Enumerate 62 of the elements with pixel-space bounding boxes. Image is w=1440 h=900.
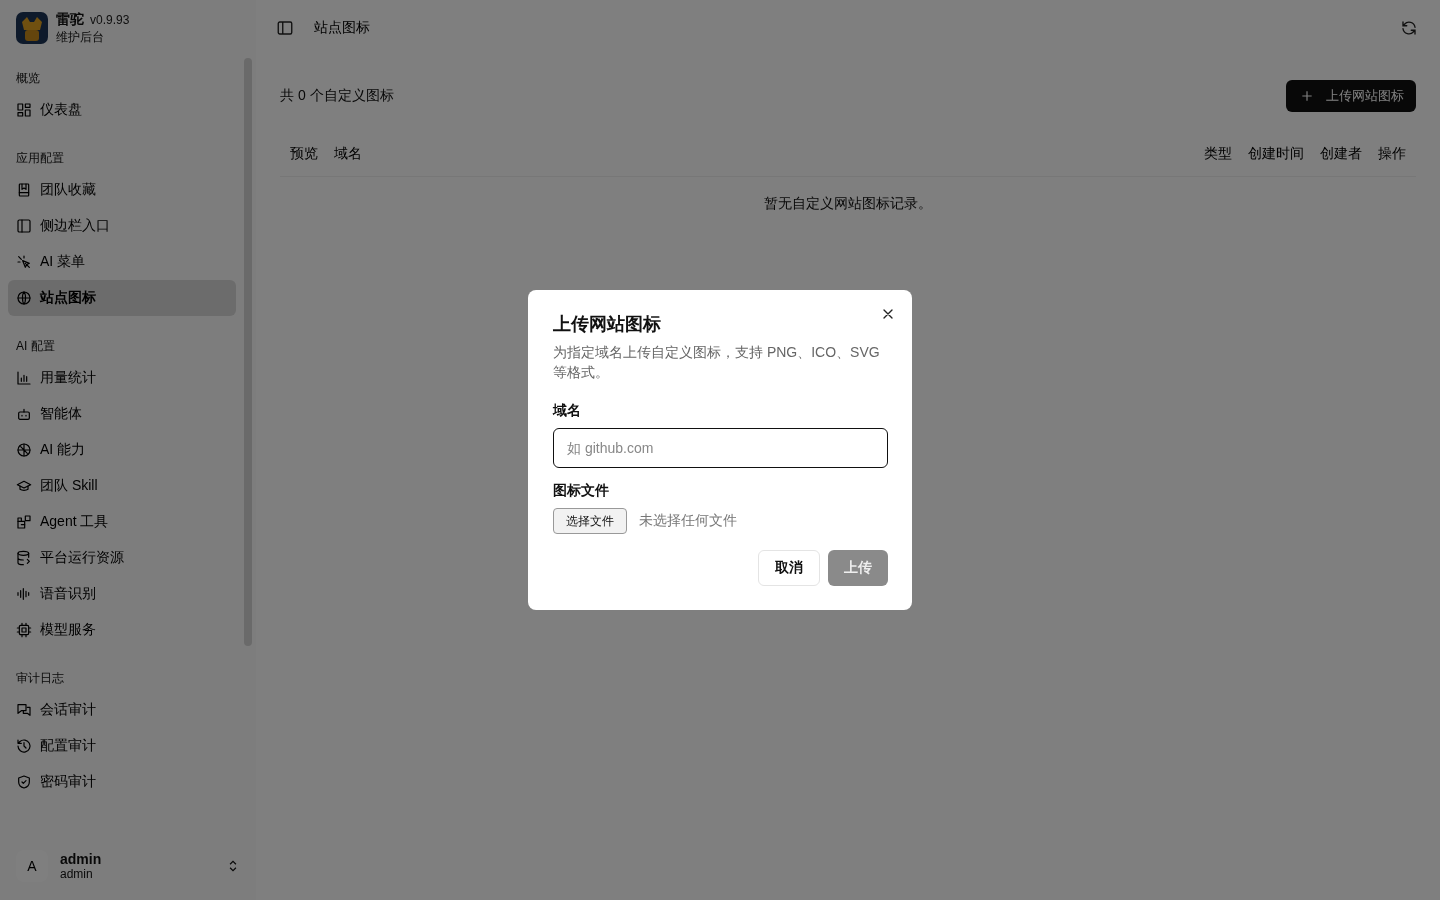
sidebar-item[interactable]: 团队 Skill (8, 468, 236, 504)
nav-icon (16, 586, 32, 602)
nav-icon (16, 702, 32, 718)
nav-icon (16, 102, 32, 118)
nav-icon (16, 622, 32, 638)
nav-icon (16, 406, 32, 422)
group-label: AI 配置 (15, 338, 56, 355)
domain-input-field[interactable]: 如 github.com (553, 428, 888, 468)
column-header: 创建时间 (1248, 145, 1304, 163)
group-label: 审计日志 (15, 670, 65, 687)
sidebar-item[interactable]: 团队收藏 (8, 172, 236, 208)
sidebar-item[interactable]: 模型服务 (8, 612, 236, 648)
app-subtitle: 维护后台 (56, 28, 105, 46)
nav-icon (16, 182, 32, 198)
empty-message: 暂无自定义网站图标记录。 (763, 194, 933, 213)
upload-favicon-button[interactable]: 上传网站图标 (1286, 80, 1416, 112)
column-header: 域名 (334, 145, 363, 163)
field-label: 图标文件 (553, 482, 610, 500)
column-header: 操作 (1378, 145, 1406, 163)
page-title: 站点图标 (314, 19, 370, 37)
sidebar-item[interactable]: 智能体 (8, 396, 236, 432)
sidebar-item[interactable]: 会话审计 (8, 692, 236, 728)
sidebar-item[interactable]: 侧边栏入口 (8, 208, 236, 244)
sidebar-item[interactable]: AI 能力 (8, 432, 236, 468)
user-role: admin (60, 867, 94, 881)
field-label: 域名 (553, 402, 582, 420)
group-label: 概览 (15, 70, 41, 87)
sidebar-item[interactable]: 语音识别 (8, 576, 236, 612)
nav-icon (16, 254, 32, 270)
nav-icon (16, 218, 32, 234)
logo-icon (16, 12, 48, 44)
file-status: 未选择任何文件 (639, 512, 737, 530)
nav-icon (16, 442, 32, 458)
user-menu[interactable]: A admin admin (8, 842, 248, 890)
sidebar-item[interactable]: 平台运行资源 (8, 540, 236, 576)
sidebar-item[interactable]: AI 菜单 (8, 244, 236, 280)
user-name: admin (60, 851, 103, 867)
nav-icon (16, 370, 32, 386)
nav-icon (16, 550, 32, 566)
sidebar-item[interactable]: Agent 工具 (8, 504, 236, 540)
column-header: 创建者 (1320, 145, 1362, 163)
sidebar-item[interactable]: 站点图标 (8, 280, 236, 316)
choose-file-button[interactable]: 选择文件 (553, 508, 627, 534)
plus-icon (1300, 89, 1314, 103)
group-label: 应用配置 (15, 150, 65, 167)
nav-icon (16, 774, 32, 790)
sidebar-item[interactable]: 用量统计 (8, 360, 236, 396)
column-header: 类型 (1204, 145, 1232, 163)
sidebar-item[interactable]: 密码审计 (8, 764, 236, 800)
sidebar-item[interactable]: 配置审计 (8, 728, 236, 764)
dialog-title: 上传网站图标 (553, 313, 662, 336)
app-version: v0.9.93 (90, 12, 130, 27)
nav-icon (16, 478, 32, 494)
app-name: 雷驼 (56, 10, 84, 29)
cancel-button[interactable]: 取消 (758, 550, 820, 586)
nav-icon (16, 738, 32, 754)
nav-icon (16, 514, 32, 530)
dialog-description: 为指定域名上传自定义图标，支持 PNG、ICO、SVG 等格式。 (553, 343, 881, 382)
record-count: 共 0 个自定义图标 (280, 87, 394, 105)
sidebar-item[interactable]: 仪表盘 (8, 92, 236, 128)
column-header: 预览 (290, 145, 318, 163)
nav-icon (16, 290, 32, 306)
